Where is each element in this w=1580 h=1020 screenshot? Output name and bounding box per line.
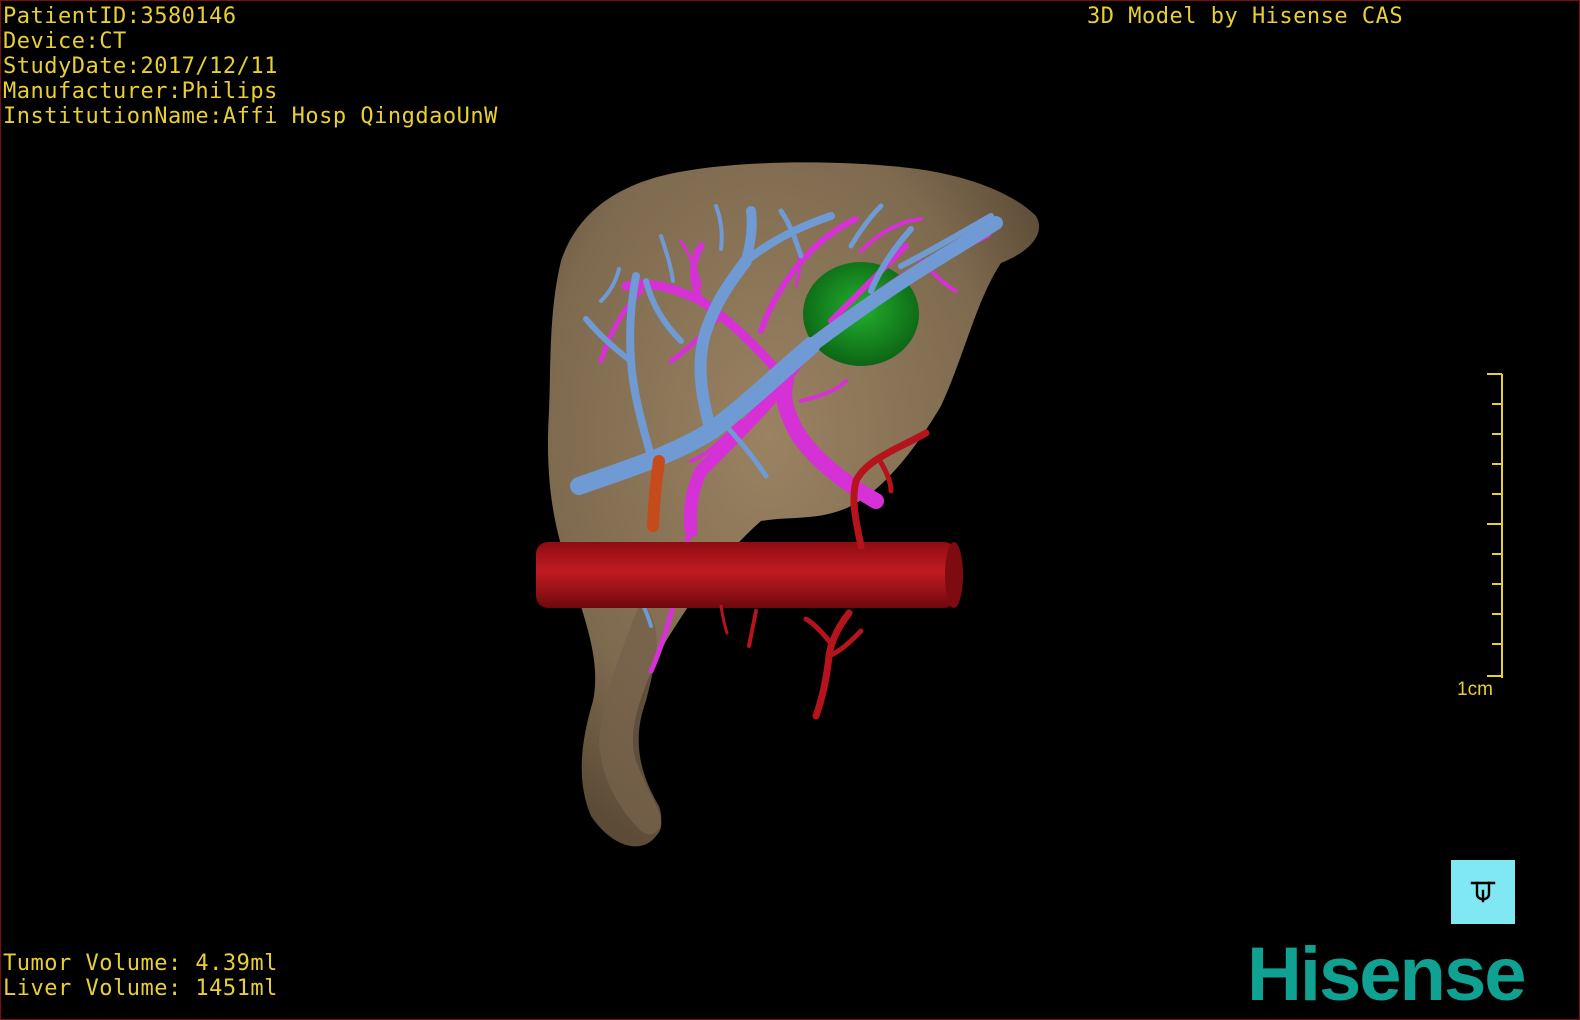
tumor-volume: Tumor Volume: 4.39ml [3,951,278,976]
manufacturer: Manufacturer:Philips [3,79,278,104]
patient-info: PatientID:3580146 Device:CT StudyDate:2017… [3,4,498,129]
hisense-logo: Hisense [1247,932,1526,1017]
gallbladder-duct [647,455,665,532]
3d-viewport[interactable]: PatientID:3580146 Device:CT StudyDate:2017… [0,0,1580,1020]
liver-3d-model[interactable] [1,1,1579,1019]
vena-cava-end [945,542,963,608]
volume-info: Tumor Volume: 4.39ml Liver Volume: 1451ml [3,951,278,1001]
patient-id: PatientID:3580146 [3,4,237,29]
device: Device:CT [3,29,127,54]
orientation-cube-icon [1470,881,1496,903]
institution-name: InstitutionName:Affi Hosp QingdaoUnW [3,104,498,129]
scale-bar-label: 1cm [1457,679,1493,700]
scale-bar [1487,373,1503,678]
study-date: StudyDate:2017/12/11 [3,54,278,79]
inferior-vena-cava[interactable] [536,542,956,608]
model-title: 3D Model by Hisense CAS [1087,4,1404,29]
liver-volume: Liver Volume: 1451ml [3,976,278,1001]
orientation-button[interactable] [1451,860,1515,924]
